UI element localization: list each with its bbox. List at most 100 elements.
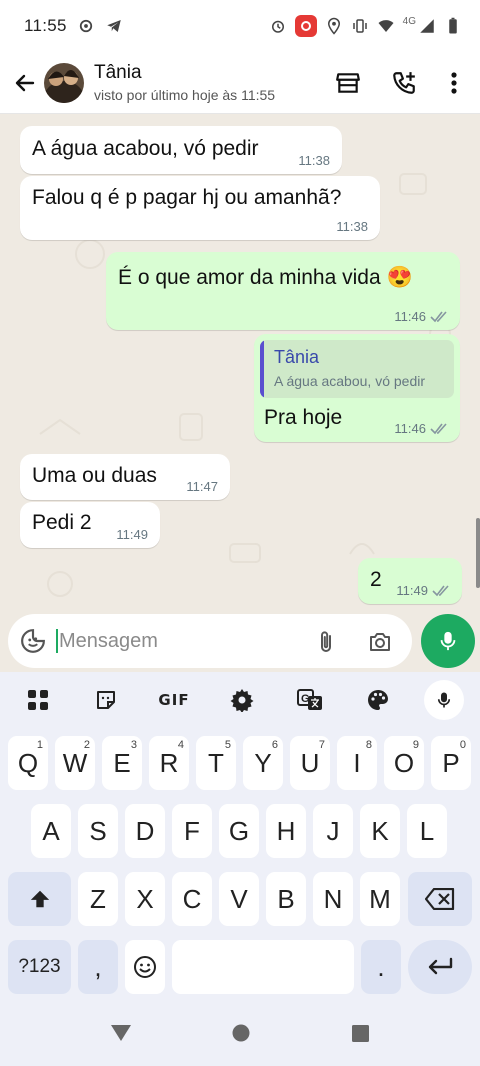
message-text: Uma ou duas — [32, 464, 157, 487]
message-incoming[interactable]: Uma ou duas 11:47 — [20, 454, 230, 500]
key-label: H — [276, 815, 296, 846]
key-label: S — [89, 815, 107, 846]
apps-grid-button[interactable] — [16, 678, 60, 722]
backspace-key[interactable] — [408, 872, 472, 926]
key-label: I — [353, 747, 361, 778]
keyboard-toolbar: GIF G — [0, 672, 480, 728]
key-label: C — [182, 883, 202, 914]
quoted-message[interactable]: Tânia A água acabou, vó pedir — [260, 340, 454, 398]
sticker-emoji-button[interactable] — [10, 618, 56, 664]
more-vert-icon — [451, 71, 457, 94]
message-text: 2 — [370, 568, 382, 591]
alarm-icon — [271, 20, 284, 33]
key-d[interactable]: D — [125, 804, 165, 858]
gear-icon — [230, 689, 254, 712]
nav-recents-icon[interactable] — [352, 1024, 370, 1042]
nav-home-icon[interactable] — [232, 1024, 250, 1042]
message-text: A água acabou, vó pedir — [32, 137, 259, 160]
key-hint: 4 — [177, 739, 184, 751]
camera-button[interactable] — [360, 622, 400, 662]
translate-button[interactable]: G — [288, 678, 332, 722]
message-incoming[interactable]: Pedi 2 11:49 — [20, 502, 160, 548]
key-hint: 2 — [83, 739, 90, 751]
comma-key[interactable]: , — [78, 940, 118, 994]
period-key[interactable]: . — [361, 940, 401, 994]
battery-icon — [449, 17, 457, 34]
key-label: Z — [90, 883, 106, 914]
key-label: K — [371, 815, 389, 846]
back-button[interactable] — [6, 63, 44, 103]
key-x[interactable]: X — [125, 872, 165, 926]
key-m[interactable]: M — [360, 872, 400, 926]
message-outgoing[interactable]: É o que amor da minha vida 😍 11:46 — [106, 252, 460, 330]
key-h[interactable]: H — [266, 804, 306, 858]
message-meta: 11:38 — [336, 219, 368, 234]
gif-button[interactable]: GIF — [152, 678, 196, 722]
key-hint: 7 — [318, 739, 325, 751]
text-caret — [56, 629, 58, 653]
double-check-icon — [432, 584, 449, 596]
chat-header: Tânia visto por último hoje às 11:55 — [0, 52, 480, 114]
message-meta: 11:49 — [396, 583, 450, 598]
key-p[interactable]: P0 — [431, 736, 471, 790]
key-z[interactable]: Z — [78, 872, 118, 926]
key-j[interactable]: J — [313, 804, 353, 858]
keyboard-settings-button[interactable] — [220, 678, 264, 722]
key-hint: 3 — [130, 739, 137, 751]
sticker-icon — [97, 691, 115, 709]
add-call-button[interactable] — [376, 59, 432, 107]
key-hint: 1 — [36, 739, 43, 751]
key-i[interactable]: I8 — [337, 736, 377, 790]
key-u[interactable]: U7 — [290, 736, 330, 790]
message-meta: 11:46 — [394, 309, 448, 324]
message-incoming[interactable]: A água acabou, vó pedir 11:38 — [20, 126, 342, 174]
key-v[interactable]: V — [219, 872, 259, 926]
space-key[interactable] — [172, 940, 354, 994]
catalog-button[interactable] — [320, 59, 376, 107]
message-text: Falou q é p pagar hj ou amanhã? — [32, 186, 342, 209]
key-c[interactable]: C — [172, 872, 212, 926]
attach-button[interactable] — [306, 622, 346, 662]
key-b[interactable]: B — [266, 872, 306, 926]
message-outgoing[interactable]: 2 11:49 — [358, 558, 462, 604]
shift-key[interactable] — [8, 872, 71, 926]
message-meta: 11:49 — [116, 527, 148, 542]
key-a[interactable]: A — [31, 804, 71, 858]
key-l[interactable]: L — [407, 804, 447, 858]
emoji-key[interactable] — [125, 940, 165, 994]
key-y[interactable]: Y6 — [243, 736, 283, 790]
message-time: 11:49 — [396, 583, 428, 598]
key-e[interactable]: E3 — [102, 736, 142, 790]
voice-record-button[interactable] — [421, 614, 475, 668]
key-o[interactable]: O9 — [384, 736, 424, 790]
message-input-container[interactable]: Mensagem — [8, 614, 412, 668]
message-input-placeholder[interactable]: Mensagem — [59, 630, 158, 653]
more-options-button[interactable] — [432, 59, 476, 107]
nav-back-icon[interactable] — [110, 1025, 131, 1041]
message-time: 11:38 — [336, 219, 368, 234]
message-incoming[interactable]: Falou q é p pagar hj ou amanhã? 11:38 — [20, 176, 380, 240]
key-label: J — [326, 815, 340, 846]
grid-icon — [28, 690, 48, 710]
key-w[interactable]: W2 — [55, 736, 95, 790]
message-outgoing-reply[interactable]: Tânia A água acabou, vó pedir Pra hoje 1… — [254, 334, 460, 442]
key-g[interactable]: G — [219, 804, 259, 858]
key-t[interactable]: T5 — [196, 736, 236, 790]
theme-button[interactable] — [356, 678, 400, 722]
contact-info[interactable]: Tânia visto por último hoje às 11:55 — [94, 62, 275, 103]
key-f[interactable]: F — [172, 804, 212, 858]
key-n[interactable]: N — [313, 872, 353, 926]
chat-scrollbar[interactable] — [476, 518, 480, 588]
enter-key[interactable] — [408, 940, 472, 994]
composer-bar: Mensagem — [0, 614, 480, 672]
contact-avatar[interactable] — [44, 62, 84, 103]
key-q[interactable]: Q1 — [8, 736, 48, 790]
voice-typing-button[interactable] — [424, 680, 464, 720]
symbols-key[interactable]: ?123 — [8, 940, 71, 994]
chat-area[interactable]: A água acabou, vó pedir 11:38 Falou q é … — [0, 114, 480, 614]
key-r[interactable]: R4 — [149, 736, 189, 790]
key-k[interactable]: K — [360, 804, 400, 858]
sticker-button[interactable] — [84, 678, 128, 722]
key-s[interactable]: S — [78, 804, 118, 858]
quote-bar — [260, 340, 264, 398]
